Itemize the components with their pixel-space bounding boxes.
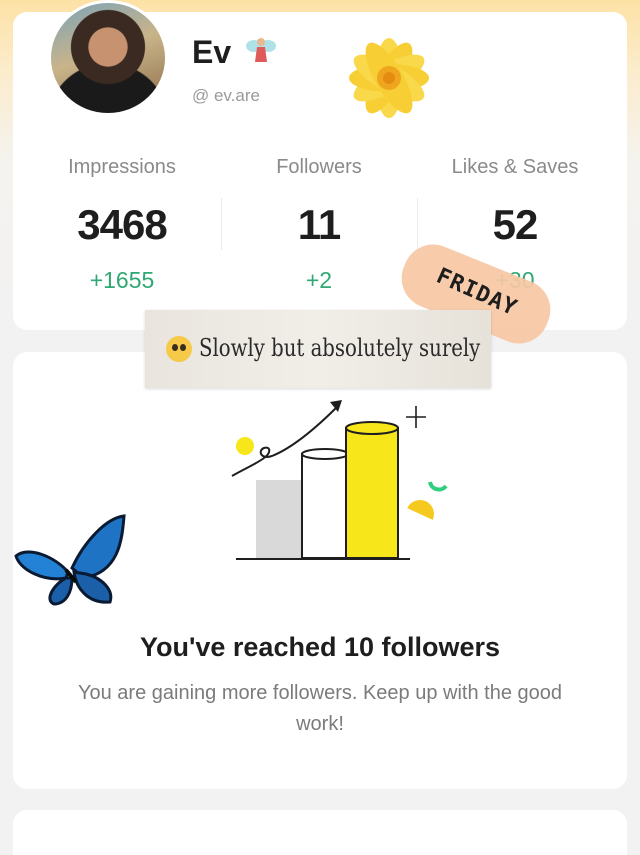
fairy-icon [244, 34, 278, 75]
stat-impressions[interactable]: Impressions 3468 +1655 [22, 156, 222, 294]
next-card [13, 810, 627, 855]
stat-label: Followers [276, 156, 362, 178]
profile-name: Ev [192, 34, 232, 70]
stat-value: 52 [492, 201, 539, 248]
stat-value: 3468 [77, 201, 167, 248]
follower-growth-illustration [226, 398, 456, 569]
butterfly-sticker [14, 512, 126, 613]
milestone-title: You've reached 10 followers [139, 632, 501, 662]
stat-value: 11 [297, 201, 341, 248]
milestone-body: You are gaining more followers. Keep up … [77, 682, 563, 735]
stat-label: Impressions [68, 156, 176, 178]
stat-followers[interactable]: Followers 11 +2 [219, 156, 419, 294]
avatar[interactable] [48, 0, 168, 116]
pleading-face-icon [166, 336, 192, 362]
sunflower-sticker [336, 28, 442, 133]
note-text: Slowly but absolutely surely [199, 334, 481, 362]
stat-delta: +2 [305, 267, 333, 293]
profile-handle: @ ev.are [192, 86, 260, 105]
stat-delta: +1655 [89, 267, 155, 293]
stat-label: Likes & Saves [451, 156, 579, 178]
